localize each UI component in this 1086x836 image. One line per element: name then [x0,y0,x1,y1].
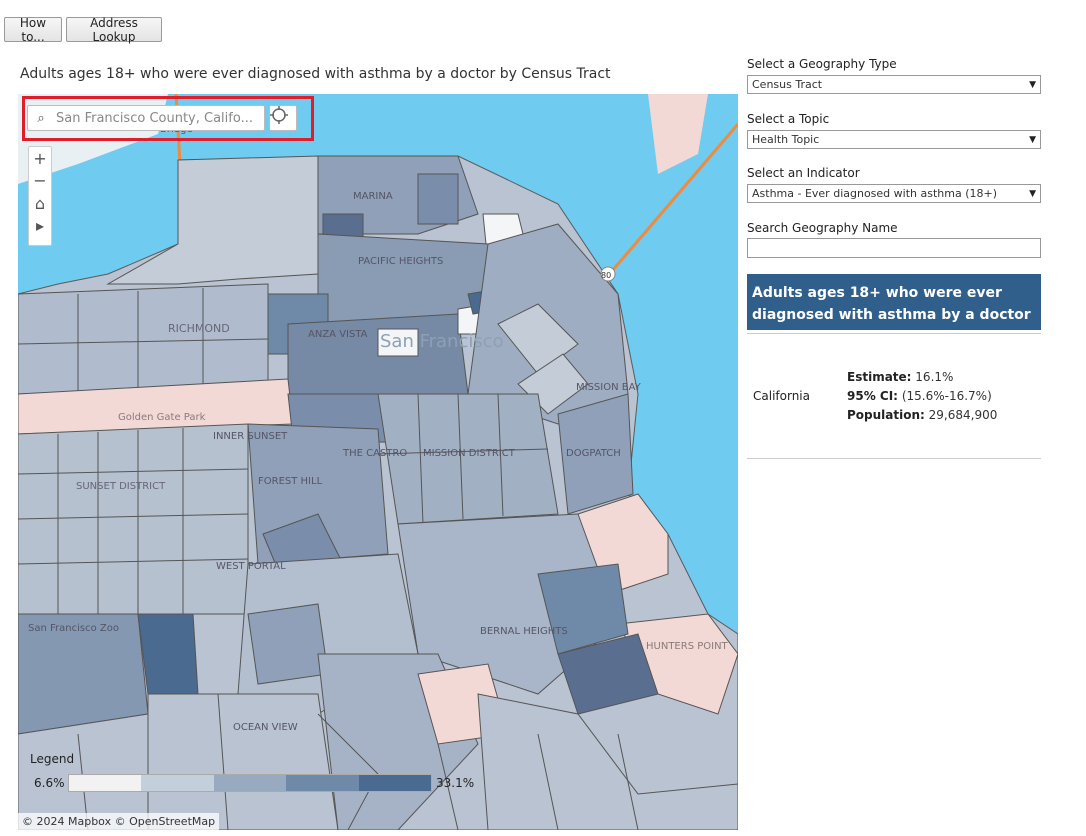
map-label-dogpatch: DOGPATCH [566,448,621,459]
map-label-bernal: BERNAL HEIGHTS [480,626,568,637]
map-label-inner-sunset: INNER SUNSET [213,431,288,442]
dropdown-arrow-icon: ▼ [1029,188,1036,199]
map-zoom-controls: + − ⌂ ▸ [28,146,52,246]
address-lookup-button[interactable]: Address Lookup [66,16,162,44]
map-label-san-francisco: San Francisco [380,331,504,352]
tract-ocean-view[interactable] [147,693,339,830]
legend-max: 33.1% [436,776,475,790]
indicator-select[interactable]: Asthma - Ever diagnosed with asthma (18+… [747,184,1041,203]
map-label-marina: MARINA [353,191,393,202]
map-label-mission: MISSION DISTRICT [423,448,516,459]
tract-richmond[interactable] [18,283,269,395]
map-label-golden-gate-park: Golden Gate Park [118,412,206,423]
map-label-pacific-heights: PACIFIC HEIGHTS [358,256,443,267]
population-line: Population: 29,684,900 [847,408,997,422]
choropleth-map[interactable]: Bridge MARINA PACIFIC HEIGHTS RICHMOND A… [18,94,738,830]
map-attribution[interactable]: © 2024 Mapbox © OpenStreetMap [18,813,220,830]
tract-sunset[interactable] [18,423,249,615]
locate-button[interactable] [269,105,297,131]
legend-min: 6.6% [34,776,65,790]
map-search-input[interactable] [54,109,254,127]
stat-place: California [753,389,810,403]
home-icon[interactable]: ⌂ [29,192,51,215]
map-search-box[interactable]: ⌕ [27,105,265,131]
legend-color-bar [68,774,432,792]
topic-label: Select a Topic [747,112,830,126]
search-geography-input[interactable] [747,238,1041,258]
topic-value: Health Topic [752,133,820,146]
zoom-out-button[interactable]: − [29,170,51,193]
map-title: Adults ages 18+ who were ever diagnosed … [20,66,611,82]
legend-swatch-5 [358,775,432,791]
geography-type-label: Select a Geography Type [747,57,897,71]
map-label-interstate: 80 [601,271,611,280]
legend-title: Legend [30,752,75,766]
map-label-anza-vista: ANZA VISTA [308,329,368,340]
population-label: Population: [847,408,925,422]
ci-line: 95% CI: (15.6%-16.7%) [847,389,992,403]
map-label-castro: THE CASTRO [342,448,407,459]
indicator-value: Asthma - Ever diagnosed with asthma (18+… [752,187,997,200]
zoom-in-button[interactable]: + [29,147,51,170]
map-label-mission-bay: MISSION BAY [576,382,642,393]
dropdown-arrow-icon: ▼ [1029,134,1036,145]
geography-type-select[interactable]: Census Tract ▼ [747,75,1041,94]
how-to-button[interactable]: How to... [4,16,62,44]
search-geography-label: Search Geography Name [747,221,898,235]
map-canvas[interactable]: Bridge MARINA PACIFIC HEIGHTS RICHMOND A… [18,94,738,830]
legend-swatch-4 [286,775,359,791]
divider [747,458,1041,459]
play-icon[interactable]: ▸ [29,215,51,238]
indicator-label: Select an Indicator [747,166,860,180]
map-label-west-portal: WEST PORTAL [216,561,286,572]
ci-label: 95% CI: [847,389,898,403]
topic-select[interactable]: Health Topic ▼ [747,130,1041,149]
population-value: 29,684,900 [928,408,998,422]
legend-swatch-3 [213,775,287,791]
statewide-stats: California Estimate: 16.1% 95% CI: (15.6… [747,370,1041,430]
tract-north-2[interactable] [417,173,459,225]
crosshair-icon [270,106,288,124]
search-icon: ⌕ [37,110,45,126]
dropdown-arrow-icon: ▼ [1029,79,1036,90]
map-label-ocean-view: OCEAN VIEW [233,722,298,733]
search-highlight-frame: ⌕ [22,96,314,141]
legend-swatch-1 [69,775,142,791]
legend-swatch-2 [141,775,214,791]
indicator-heading: Adults ages 18+ who were ever diagnosed … [747,274,1041,330]
tract-west-portal-2[interactable] [247,603,329,685]
estimate-line: Estimate: 16.1% [847,370,953,384]
tract-darkest[interactable] [137,613,199,695]
geography-type-value: Census Tract [752,78,823,91]
divider [747,333,1041,334]
map-label-richmond: RICHMOND [168,322,230,335]
map-label-sunset: SUNSET DISTRICT [76,481,166,492]
ci-value: (15.6%-16.7%) [901,389,992,403]
map-label-hunters-point: HUNTERS POINT [646,641,729,652]
tract-mission[interactable] [377,393,559,525]
estimate-value: 16.1% [915,370,954,384]
map-label-zoo: San Francisco Zoo [28,623,119,634]
map-label-forest-hill: FOREST HILL [258,476,323,487]
estimate-label: Estimate: [847,370,912,384]
